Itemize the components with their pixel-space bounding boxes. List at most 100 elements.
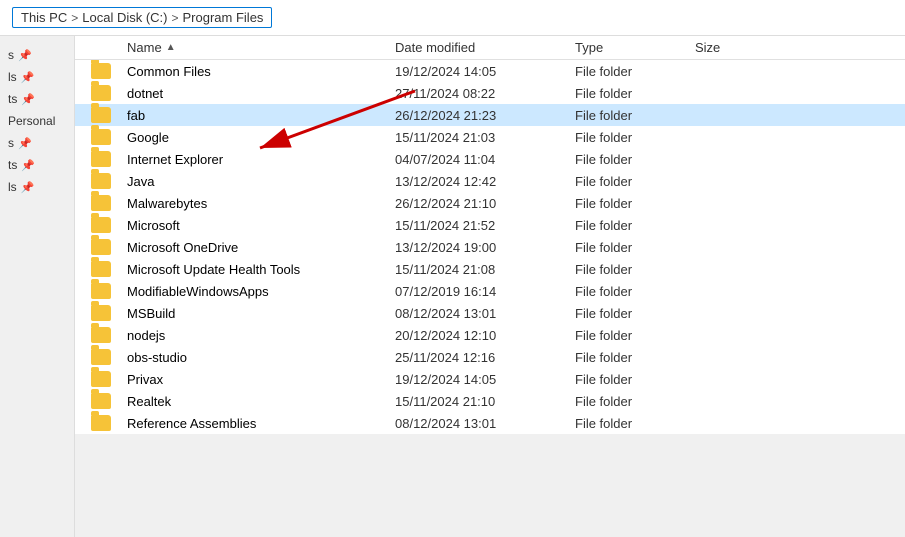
sidebar-item-s[interactable]: s 📌 bbox=[0, 44, 74, 66]
file-date: 26/12/2024 21:23 bbox=[395, 108, 575, 123]
table-row[interactable]: nodejs 20/12/2024 12:10 File folder bbox=[75, 324, 905, 346]
table-row[interactable]: Java 13/12/2024 12:42 File folder bbox=[75, 170, 905, 192]
file-icon-cell bbox=[75, 261, 127, 277]
table-row[interactable]: Microsoft OneDrive 13/12/2024 19:00 File… bbox=[75, 236, 905, 258]
sidebar-label: ls bbox=[8, 180, 17, 194]
folder-icon bbox=[91, 107, 111, 123]
table-row[interactable]: Microsoft 15/11/2024 21:52 File folder bbox=[75, 214, 905, 236]
table-row[interactable]: ModifiableWindowsApps 07/12/2019 16:14 F… bbox=[75, 280, 905, 302]
file-type: File folder bbox=[575, 240, 695, 255]
title-bar: This PC > Local Disk (C:) > Program File… bbox=[0, 0, 905, 36]
folder-icon bbox=[91, 393, 111, 409]
sidebar-item-s2[interactable]: s 📌 bbox=[0, 132, 74, 154]
breadcrumb-programfiles[interactable]: Program Files bbox=[183, 10, 264, 25]
file-name: ModifiableWindowsApps bbox=[127, 284, 395, 299]
file-area[interactable]: Name ▲ Date modified Type Size Common Fi… bbox=[75, 36, 905, 434]
file-type: File folder bbox=[575, 328, 695, 343]
folder-icon bbox=[91, 63, 111, 79]
file-type: File folder bbox=[575, 394, 695, 409]
file-icon-cell bbox=[75, 129, 127, 145]
file-icon-cell bbox=[75, 349, 127, 365]
pin-icon: 📌 bbox=[21, 159, 35, 172]
table-row[interactable]: Privax 19/12/2024 14:05 File folder bbox=[75, 368, 905, 390]
folder-icon bbox=[91, 195, 111, 211]
table-row[interactable]: fab 26/12/2024 21:23 File folder bbox=[75, 104, 905, 126]
table-row[interactable]: Reference Assemblies 08/12/2024 13:01 Fi… bbox=[75, 412, 905, 434]
file-name: Realtek bbox=[127, 394, 395, 409]
sidebar-item-ts[interactable]: ts 📌 bbox=[0, 88, 74, 110]
folder-icon bbox=[91, 217, 111, 233]
sort-arrow-icon: ▲ bbox=[166, 42, 176, 53]
pin-icon: 📌 bbox=[18, 49, 32, 62]
folder-icon bbox=[91, 173, 111, 189]
pin-icon: 📌 bbox=[18, 137, 32, 150]
folder-icon bbox=[91, 371, 111, 387]
breadcrumb-sep-1: > bbox=[71, 11, 78, 25]
folder-icon bbox=[91, 129, 111, 145]
file-type: File folder bbox=[575, 108, 695, 123]
breadcrumb-thispc[interactable]: This PC bbox=[21, 10, 67, 25]
table-row[interactable]: MSBuild 08/12/2024 13:01 File folder bbox=[75, 302, 905, 324]
col-header-name[interactable]: Name ▲ bbox=[75, 40, 395, 55]
file-name: dotnet bbox=[127, 86, 395, 101]
table-row[interactable]: Malwarebytes 26/12/2024 21:10 File folde… bbox=[75, 192, 905, 214]
file-date: 19/12/2024 14:05 bbox=[395, 64, 575, 79]
sidebar-item-ls[interactable]: ls 📌 bbox=[0, 66, 74, 88]
file-name: Internet Explorer bbox=[127, 152, 395, 167]
file-type: File folder bbox=[575, 64, 695, 79]
file-list: Common Files 19/12/2024 14:05 File folde… bbox=[75, 60, 905, 434]
sidebar-item-ls2[interactable]: ls 📌 bbox=[0, 176, 74, 198]
file-type: File folder bbox=[575, 262, 695, 277]
file-date: 27/11/2024 08:22 bbox=[395, 86, 575, 101]
file-name: Microsoft Update Health Tools bbox=[127, 262, 395, 277]
table-row[interactable]: Microsoft Update Health Tools 15/11/2024… bbox=[75, 258, 905, 280]
main-content: s 📌 ls 📌 ts 📌 Personal s 📌 ts 📌 ls 📌 bbox=[0, 36, 905, 537]
file-icon-cell bbox=[75, 173, 127, 189]
file-area-wrapper: Name ▲ Date modified Type Size Common Fi… bbox=[75, 36, 905, 537]
col-header-size[interactable]: Size bbox=[695, 40, 775, 55]
table-row[interactable]: dotnet 27/11/2024 08:22 File folder bbox=[75, 82, 905, 104]
file-date: 04/07/2024 11:04 bbox=[395, 152, 575, 167]
file-icon-cell bbox=[75, 371, 127, 387]
file-name: MSBuild bbox=[127, 306, 395, 321]
file-icon-cell bbox=[75, 283, 127, 299]
file-name: fab bbox=[127, 108, 395, 123]
folder-icon bbox=[91, 151, 111, 167]
file-name: obs-studio bbox=[127, 350, 395, 365]
file-name: Malwarebytes bbox=[127, 196, 395, 211]
file-icon-cell bbox=[75, 195, 127, 211]
file-name: Microsoft bbox=[127, 218, 395, 233]
file-date: 13/12/2024 19:00 bbox=[395, 240, 575, 255]
file-type: File folder bbox=[575, 218, 695, 233]
breadcrumb-localdisk[interactable]: Local Disk (C:) bbox=[82, 10, 167, 25]
table-row[interactable]: Internet Explorer 04/07/2024 11:04 File … bbox=[75, 148, 905, 170]
breadcrumb[interactable]: This PC > Local Disk (C:) > Program File… bbox=[12, 7, 272, 28]
table-row[interactable]: Realtek 15/11/2024 21:10 File folder bbox=[75, 390, 905, 412]
file-icon-cell bbox=[75, 151, 127, 167]
folder-icon bbox=[91, 239, 111, 255]
pin-icon: 📌 bbox=[21, 93, 35, 106]
table-row[interactable]: obs-studio 25/11/2024 12:16 File folder bbox=[75, 346, 905, 368]
sidebar: s 📌 ls 📌 ts 📌 Personal s 📌 ts 📌 ls 📌 bbox=[0, 36, 75, 537]
table-row[interactable]: Common Files 19/12/2024 14:05 File folde… bbox=[75, 60, 905, 82]
sidebar-item-personal[interactable]: Personal bbox=[0, 110, 74, 132]
col-header-date[interactable]: Date modified bbox=[395, 40, 575, 55]
file-type: File folder bbox=[575, 86, 695, 101]
sidebar-item-ts2[interactable]: ts 📌 bbox=[0, 154, 74, 176]
folder-icon bbox=[91, 283, 111, 299]
sidebar-label: ts bbox=[8, 92, 17, 106]
file-date: 25/11/2024 12:16 bbox=[395, 350, 575, 365]
folder-icon bbox=[91, 85, 111, 101]
file-date: 15/11/2024 21:52 bbox=[395, 218, 575, 233]
file-icon-cell bbox=[75, 85, 127, 101]
col-header-type[interactable]: Type bbox=[575, 40, 695, 55]
sidebar-label: Personal bbox=[8, 114, 55, 128]
pin-icon: 📌 bbox=[21, 71, 35, 84]
folder-icon bbox=[91, 327, 111, 343]
file-icon-cell bbox=[75, 415, 127, 431]
file-icon-cell bbox=[75, 305, 127, 321]
file-type: File folder bbox=[575, 284, 695, 299]
file-date: 15/11/2024 21:03 bbox=[395, 130, 575, 145]
file-date: 08/12/2024 13:01 bbox=[395, 416, 575, 431]
table-row[interactable]: Google 15/11/2024 21:03 File folder bbox=[75, 126, 905, 148]
